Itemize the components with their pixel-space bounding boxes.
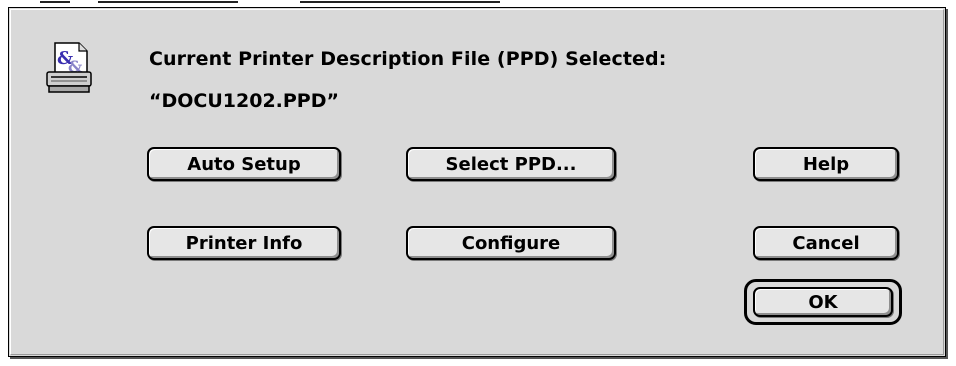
background-text-fragment <box>40 0 70 3</box>
select-ppd-button[interactable]: Select PPD... <box>406 147 616 181</box>
screen: & & Current Printer Description File (PP… <box>0 0 956 366</box>
printer-setup-dialog: & & Current Printer Description File (PP… <box>8 7 946 357</box>
printer-info-button[interactable]: Printer Info <box>147 226 341 260</box>
printer-document-icon: & & <box>45 42 93 94</box>
background-text-fragment <box>98 0 238 3</box>
background-text-fragment <box>300 0 500 3</box>
configure-button[interactable]: Configure <box>406 226 616 260</box>
ok-button[interactable]: OK <box>753 287 893 317</box>
selected-ppd-filename: “DOCU1202.PPD” <box>149 90 339 112</box>
cancel-button[interactable]: Cancel <box>753 226 899 260</box>
auto-setup-button[interactable]: Auto Setup <box>147 147 341 181</box>
ppd-heading: Current Printer Description File (PPD) S… <box>149 48 667 70</box>
help-button[interactable]: Help <box>753 147 899 181</box>
